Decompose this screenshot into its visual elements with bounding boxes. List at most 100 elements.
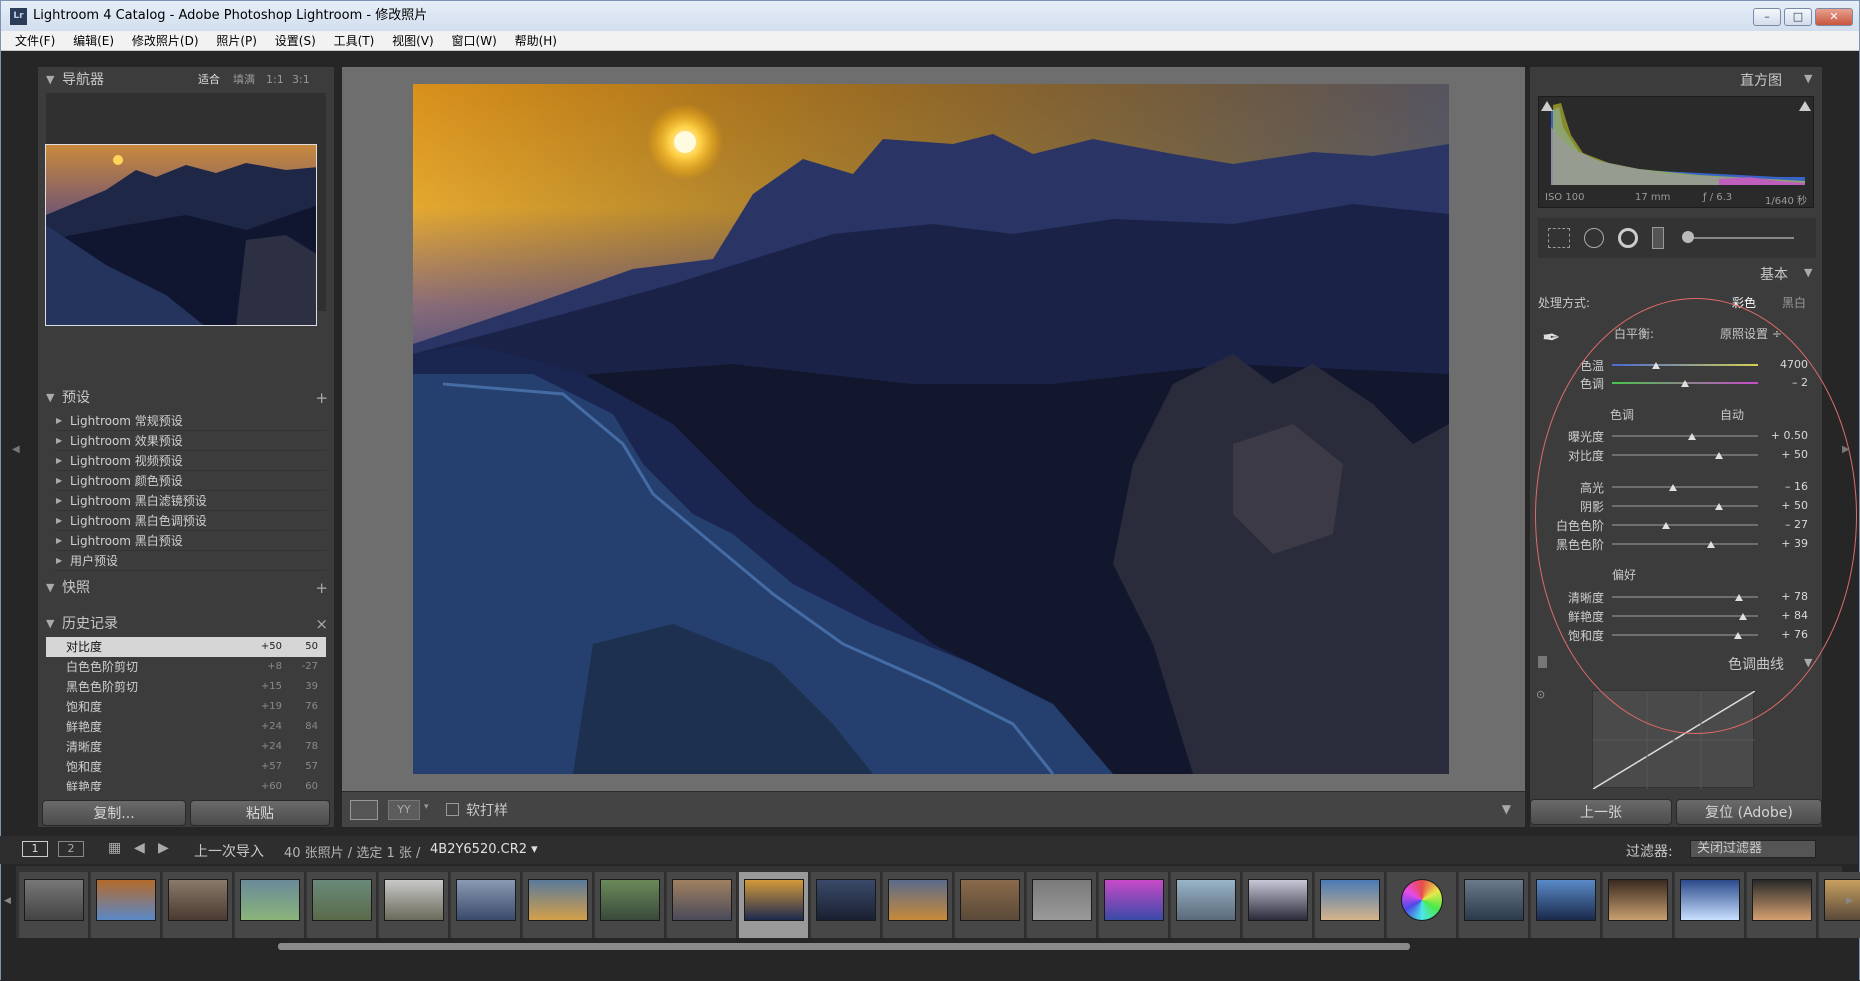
menu-window[interactable]: 窗口(W) bbox=[452, 34, 497, 48]
graduated-filter-icon[interactable] bbox=[1652, 227, 1664, 249]
forward-arrow-icon[interactable]: ▶ bbox=[158, 840, 169, 856]
filmstrip-thumbnail[interactable] bbox=[24, 879, 84, 921]
right-panel-toggle-icon[interactable]: ▶ bbox=[1842, 444, 1850, 455]
left-panel-toggle-icon[interactable]: ◀ bbox=[12, 444, 20, 455]
filmstrip-scroll-left-icon[interactable]: ◀ bbox=[4, 896, 11, 906]
preset-folder[interactable]: ▶ Lightroom 效果预设 bbox=[54, 431, 326, 451]
screen-1-button[interactable]: 1 bbox=[22, 841, 48, 857]
chevron-down-icon[interactable]: ▾ bbox=[424, 802, 429, 812]
filmstrip-thumbnail[interactable] bbox=[1752, 879, 1812, 921]
filmstrip-thumbnail[interactable] bbox=[96, 879, 156, 921]
close-button[interactable]: ✕ bbox=[1815, 8, 1853, 26]
preset-folder[interactable]: ▶ Lightroom 黑白预设 bbox=[54, 531, 326, 551]
filmstrip-thumbnail[interactable] bbox=[312, 879, 372, 921]
history-item[interactable]: 黑色色阶剪切 +15 39 bbox=[46, 677, 326, 697]
preset-folder[interactable]: ▶ 用户预设 bbox=[54, 551, 326, 571]
paste-button[interactable]: 粘贴 bbox=[190, 800, 330, 826]
filmstrip-thumbnail[interactable] bbox=[1248, 879, 1308, 921]
filmstrip-thumbnail[interactable] bbox=[1608, 879, 1668, 921]
filmstrip-thumbnail[interactable] bbox=[744, 879, 804, 921]
filmstrip-thumbnail[interactable] bbox=[1824, 879, 1860, 921]
grid-icon[interactable]: ▦ bbox=[108, 840, 121, 856]
menu-help[interactable]: 帮助(H) bbox=[515, 34, 557, 48]
filename[interactable]: 4B2Y6520.CR2 ▾ bbox=[430, 842, 538, 857]
filter-select[interactable]: 关闭过滤器 bbox=[1690, 840, 1816, 858]
red-eye-icon[interactable] bbox=[1618, 228, 1638, 248]
preset-folder[interactable]: ▶ Lightroom 颜色预设 bbox=[54, 471, 326, 491]
previous-button[interactable]: 上一张 bbox=[1530, 799, 1672, 825]
filmstrip-thumbnail[interactable] bbox=[960, 879, 1020, 921]
menu-tools[interactable]: 工具(T) bbox=[334, 34, 375, 48]
filmstrip-thumbnail[interactable] bbox=[888, 879, 948, 921]
filmstrip-thumbnail[interactable] bbox=[816, 879, 876, 921]
filmstrip-thumbnail[interactable] bbox=[456, 879, 516, 921]
back-arrow-icon[interactable]: ◀ bbox=[134, 840, 145, 856]
collapse-triangle-icon[interactable]: ▼ bbox=[1804, 72, 1812, 85]
copy-button[interactable]: 复制... bbox=[42, 800, 186, 826]
add-preset-icon[interactable]: + bbox=[315, 385, 328, 411]
filmstrip-thumbnail[interactable] bbox=[384, 879, 444, 921]
preset-folder[interactable]: ▶ Lightroom 黑白色调预设 bbox=[54, 511, 326, 531]
collapse-triangle-icon[interactable]: ▼ bbox=[1804, 266, 1812, 279]
zoom-1-1[interactable]: 1:1 bbox=[266, 67, 284, 93]
menu-file[interactable]: 文件(F) bbox=[15, 34, 55, 48]
filmstrip-scrollbar[interactable] bbox=[278, 943, 1410, 950]
filmstrip-scroll-right-icon[interactable]: ▶ bbox=[1846, 896, 1853, 906]
main-photo[interactable] bbox=[413, 84, 1449, 774]
history-item[interactable]: 饱和度 +19 76 bbox=[46, 697, 326, 717]
history-item[interactable]: 鲜艳度 +60 60 bbox=[46, 777, 326, 791]
zoom-fill[interactable]: 填满 bbox=[233, 67, 255, 93]
history-item[interactable]: 鲜艳度 +24 84 bbox=[46, 717, 326, 737]
navigator-thumbnail[interactable] bbox=[45, 144, 317, 326]
before-after-icon[interactable]: YY bbox=[388, 800, 420, 820]
loupe-view-icon[interactable] bbox=[350, 800, 378, 820]
menu-view[interactable]: 视图(V) bbox=[392, 34, 434, 48]
filmstrip-thumbnail[interactable] bbox=[1176, 879, 1236, 921]
screen-2-button[interactable]: 2 bbox=[58, 841, 84, 857]
histogram-title[interactable]: 直方图 bbox=[1740, 70, 1782, 90]
zoom-3-1[interactable]: 3:1 bbox=[292, 67, 310, 93]
histogram[interactable]: ISO 100 17 mm ƒ / 6.3 1/640 秒 bbox=[1538, 96, 1814, 208]
maximize-button[interactable]: □ bbox=[1784, 8, 1812, 26]
filmstrip-thumbnail[interactable] bbox=[240, 879, 300, 921]
snapshots-header[interactable]: ▼ 快照 + bbox=[38, 575, 334, 601]
source-label[interactable]: 上一次导入 bbox=[194, 841, 264, 861]
filmstrip-thumbnail[interactable] bbox=[168, 879, 228, 921]
spot-removal-icon[interactable] bbox=[1584, 228, 1604, 248]
history-item[interactable]: 对比度 +50 50 bbox=[46, 637, 326, 657]
filmstrip-thumbnail[interactable] bbox=[528, 879, 588, 921]
reset-button[interactable]: 复位 (Adobe) bbox=[1676, 799, 1822, 825]
filmstrip-thumbnail[interactable] bbox=[1536, 879, 1596, 921]
panel-toggle-switch[interactable] bbox=[1538, 656, 1547, 668]
filmstrip-thumbnail[interactable] bbox=[600, 879, 660, 921]
history-item[interactable]: 白色色阶剪切 +8 -27 bbox=[46, 657, 326, 677]
treatment-bw[interactable]: 黑白 bbox=[1782, 294, 1806, 311]
basic-title[interactable]: 基本 bbox=[1760, 264, 1788, 284]
adjustment-brush-icon[interactable] bbox=[1688, 237, 1794, 239]
filmstrip-thumbnail[interactable] bbox=[1680, 879, 1740, 921]
menu-develop[interactable]: 修改照片(D) bbox=[132, 34, 199, 48]
history-item[interactable]: 清晰度 +24 78 bbox=[46, 737, 326, 757]
crop-icon[interactable] bbox=[1548, 228, 1570, 248]
target-adjust-icon[interactable]: ⊙ bbox=[1536, 688, 1545, 701]
add-snapshot-icon[interactable]: + bbox=[315, 575, 328, 601]
preset-folder[interactable]: ▶ Lightroom 黑白滤镜预设 bbox=[54, 491, 326, 511]
history-item[interactable]: 饱和度 +57 57 bbox=[46, 757, 326, 777]
softproof-checkbox[interactable] bbox=[446, 803, 459, 816]
preset-folder[interactable]: ▶ Lightroom 视频预设 bbox=[54, 451, 326, 471]
toolbar-menu-icon[interactable]: ▼ bbox=[1502, 802, 1511, 816]
filmstrip-thumbnail[interactable] bbox=[1401, 879, 1443, 921]
preset-folder[interactable]: ▶ Lightroom 常规预设 bbox=[54, 411, 326, 431]
clear-history-icon[interactable]: × bbox=[315, 611, 328, 637]
navigator-header[interactable]: ▼ 导航器 适合 填满 1:1 3:1 bbox=[38, 67, 334, 93]
filmstrip-thumbnail[interactable] bbox=[672, 879, 732, 921]
zoom-fit[interactable]: 适合 bbox=[198, 67, 220, 93]
menu-settings[interactable]: 设置(S) bbox=[275, 34, 316, 48]
filmstrip-thumbnail[interactable] bbox=[1464, 879, 1524, 921]
minimize-button[interactable]: – bbox=[1753, 8, 1781, 26]
menu-photo[interactable]: 照片(P) bbox=[216, 34, 257, 48]
presets-header[interactable]: ▼ 预设 + bbox=[38, 385, 334, 411]
eyedropper-icon[interactable]: ✒ bbox=[1542, 326, 1560, 351]
filmstrip-thumbnail[interactable] bbox=[1032, 879, 1092, 921]
history-header[interactable]: ▼ 历史记录 × bbox=[38, 611, 334, 637]
